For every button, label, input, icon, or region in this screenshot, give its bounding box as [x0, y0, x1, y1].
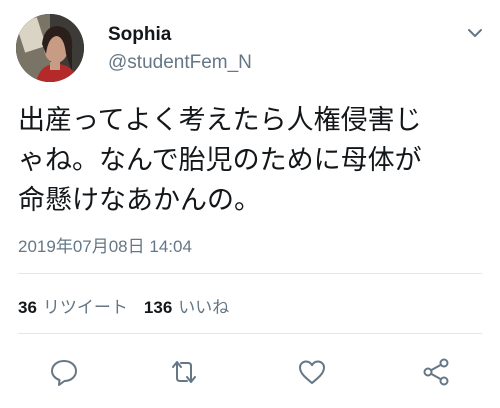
tweet-text-line: 出産ってよく考えたら人権侵害じ [18, 105, 422, 136]
like-stat[interactable]: 136 いいね [144, 293, 229, 318]
retweet-icon[interactable] [168, 356, 200, 388]
tweet-card: Sophia @studentFem_N 出産ってよく考えたら人権侵害じ ゃね。… [0, 0, 500, 408]
retweet-label: リツイート [42, 298, 128, 317]
retweet-count: 36 [18, 298, 37, 317]
avatar[interactable] [16, 14, 84, 82]
heart-icon[interactable] [296, 356, 328, 388]
tweet-text-line: 命懸けなあかんの。 [18, 185, 261, 216]
tweet-timestamp[interactable]: 2019年07月08日 14:04 [18, 232, 192, 257]
tweet-text: 出産ってよく考えたら人権侵害じ ゃね。なんで胎児のために母体が 命懸けなあかんの… [18, 101, 488, 221]
tweet-stats: 36 リツイート 136 いいね [18, 293, 229, 318]
chevron-down-icon[interactable] [464, 22, 486, 44]
divider [18, 273, 482, 274]
retweet-stat[interactable]: 36 リツイート [18, 293, 128, 318]
divider [18, 333, 482, 334]
avatar-image [16, 14, 84, 82]
author-handle[interactable]: @studentFem_N [108, 52, 252, 74]
tweet-text-line: ゃね。なんで胎児のために母体が [18, 145, 422, 176]
reply-icon[interactable] [48, 356, 80, 388]
author-display-name[interactable]: Sophia [108, 24, 171, 46]
share-icon[interactable] [420, 356, 452, 388]
like-count: 136 [143, 298, 173, 317]
action-bar [0, 356, 500, 388]
like-label: いいね [178, 298, 230, 317]
